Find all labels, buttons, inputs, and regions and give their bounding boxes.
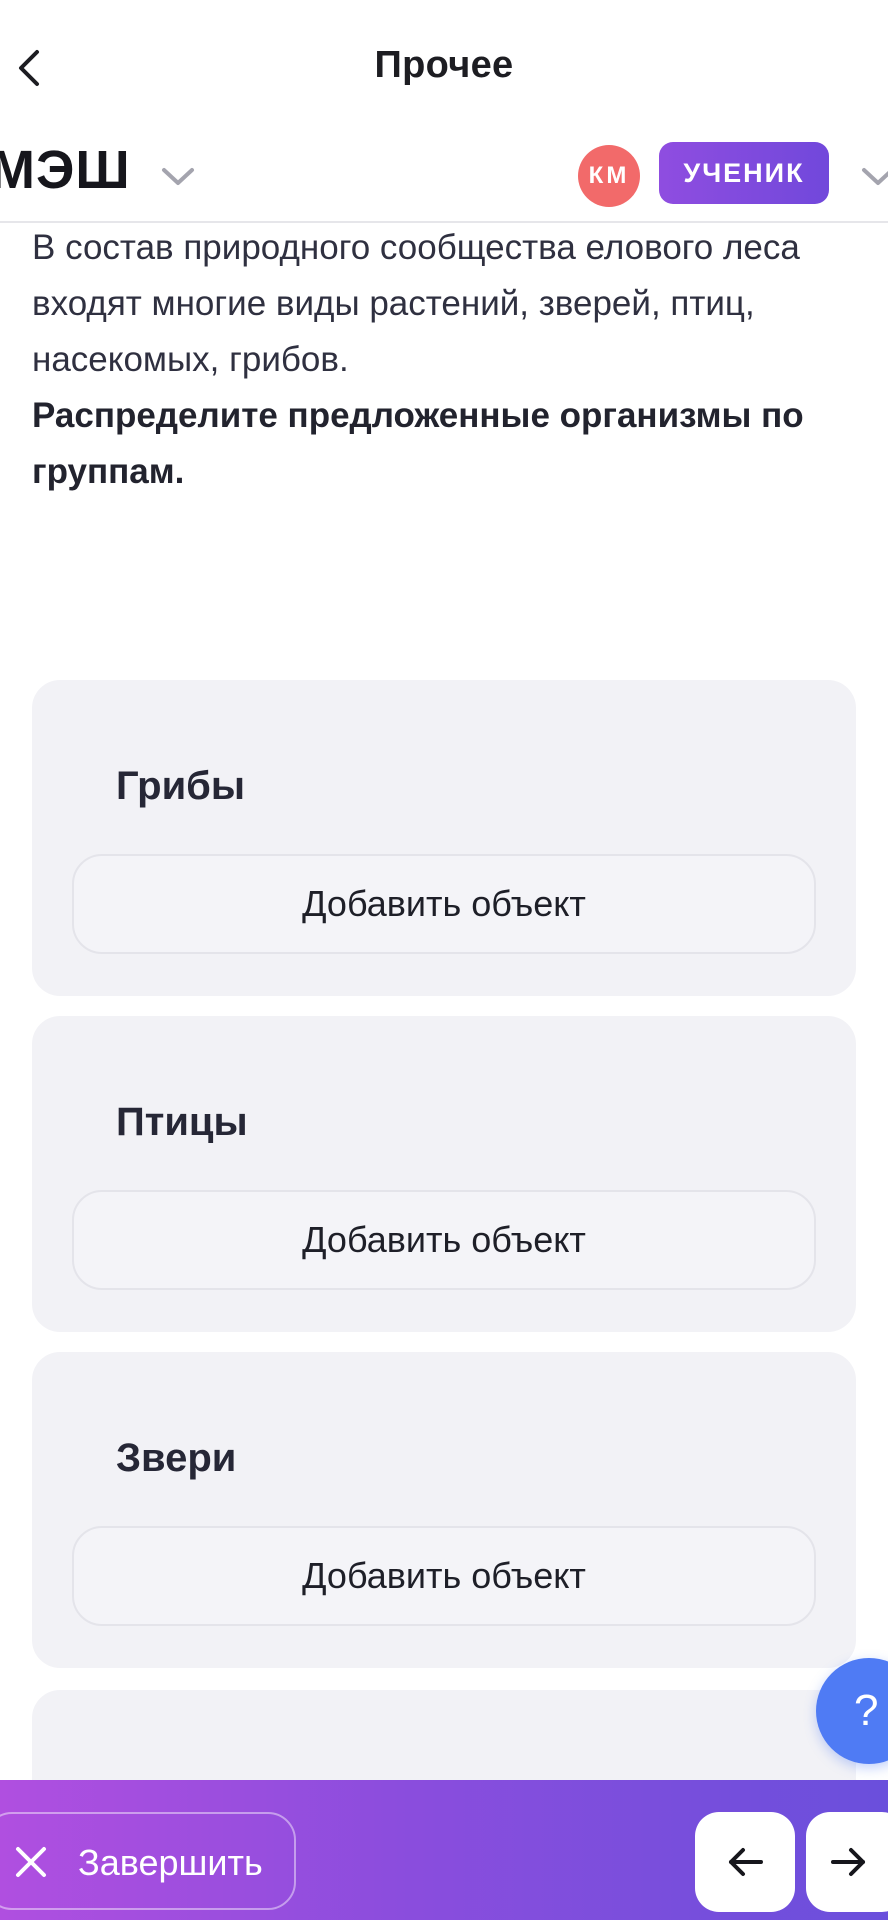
arrow-right-icon: [831, 1848, 865, 1876]
add-object-button[interactable]: Добавить объект: [72, 1526, 816, 1626]
group-card: Грибы Добавить объект: [32, 680, 856, 996]
close-icon: [16, 1847, 46, 1877]
arrow-left-icon: [729, 1848, 763, 1876]
add-object-button[interactable]: Добавить объект: [72, 854, 816, 954]
next-button[interactable]: [806, 1812, 888, 1912]
group-card: Птицы Добавить объект: [32, 1016, 856, 1332]
add-object-button[interactable]: Добавить объект: [72, 1190, 816, 1290]
group-title: Грибы: [116, 764, 246, 808]
page-title: Прочее: [374, 44, 514, 86]
bottom-action-bar: Завершить: [0, 1780, 888, 1920]
role-badge[interactable]: УЧЕНИК: [659, 142, 829, 204]
task-intro: В состав природного сообщества елового л…: [32, 228, 800, 379]
task-text: В состав природного сообщества елового л…: [32, 220, 862, 500]
finish-label: Завершить: [78, 1842, 263, 1883]
chevron-down-icon[interactable]: [158, 161, 198, 191]
nav-bar: Прочее: [0, 0, 888, 135]
app-header: МЭШ КМ УЧЕНИК: [0, 135, 888, 223]
group-card: Звери Добавить объект: [32, 1352, 856, 1668]
group-title: Звери: [116, 1436, 237, 1480]
task-instruction: Распределите предложенные организмы по г…: [32, 396, 804, 491]
finish-button[interactable]: Завершить: [0, 1812, 296, 1910]
help-icon: ?: [854, 1686, 879, 1735]
group-title: Птицы: [116, 1100, 248, 1144]
app-logo[interactable]: МЭШ: [0, 143, 131, 197]
chevron-down-icon[interactable]: [858, 161, 888, 191]
previous-button[interactable]: [695, 1812, 795, 1912]
avatar[interactable]: КМ: [578, 145, 640, 207]
